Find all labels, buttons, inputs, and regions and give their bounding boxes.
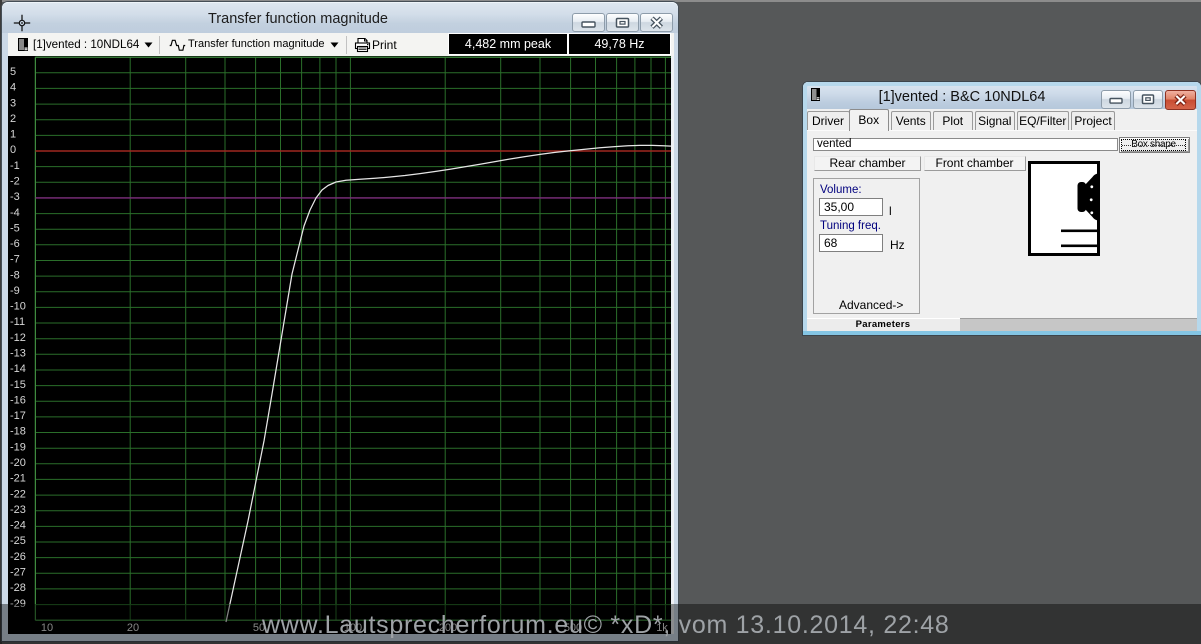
svg-text:-25: -25 (10, 535, 26, 547)
svg-text:-2: -2 (10, 176, 20, 188)
svg-text:-20: -20 (10, 457, 26, 469)
svg-text:-23: -23 (10, 504, 26, 516)
svg-text:-16: -16 (10, 394, 26, 406)
svg-text:-12: -12 (10, 332, 26, 344)
svg-text:0: 0 (10, 144, 16, 156)
svg-text:3: 3 (10, 97, 16, 109)
svg-text:-7: -7 (10, 254, 20, 266)
svg-text:-15: -15 (10, 379, 26, 391)
svg-text:-8: -8 (10, 269, 20, 281)
svg-text:-3: -3 (10, 191, 20, 203)
svg-text:-19: -19 (10, 441, 26, 453)
svg-text:-9: -9 (10, 285, 20, 297)
svg-text:-4: -4 (10, 207, 20, 219)
svg-text:-6: -6 (10, 238, 20, 250)
svg-text:1: 1 (10, 129, 16, 141)
svg-text:2: 2 (10, 113, 16, 125)
svg-text:-13: -13 (10, 348, 26, 360)
svg-text:-17: -17 (10, 410, 26, 422)
svg-text:4: 4 (10, 82, 16, 94)
svg-text:-1: -1 (10, 160, 20, 172)
svg-text:-27: -27 (10, 567, 26, 579)
svg-text:-21: -21 (10, 473, 26, 485)
svg-text:-14: -14 (10, 363, 26, 375)
svg-text:-26: -26 (10, 551, 26, 563)
svg-text:-5: -5 (10, 222, 20, 234)
svg-text:-11: -11 (10, 316, 25, 328)
svg-text:-18: -18 (10, 426, 26, 438)
svg-text:-22: -22 (10, 488, 26, 500)
svg-text:5: 5 (10, 66, 16, 78)
svg-text:-28: -28 (10, 582, 26, 594)
svg-text:-24: -24 (10, 520, 26, 532)
svg-text:-10: -10 (10, 301, 26, 313)
